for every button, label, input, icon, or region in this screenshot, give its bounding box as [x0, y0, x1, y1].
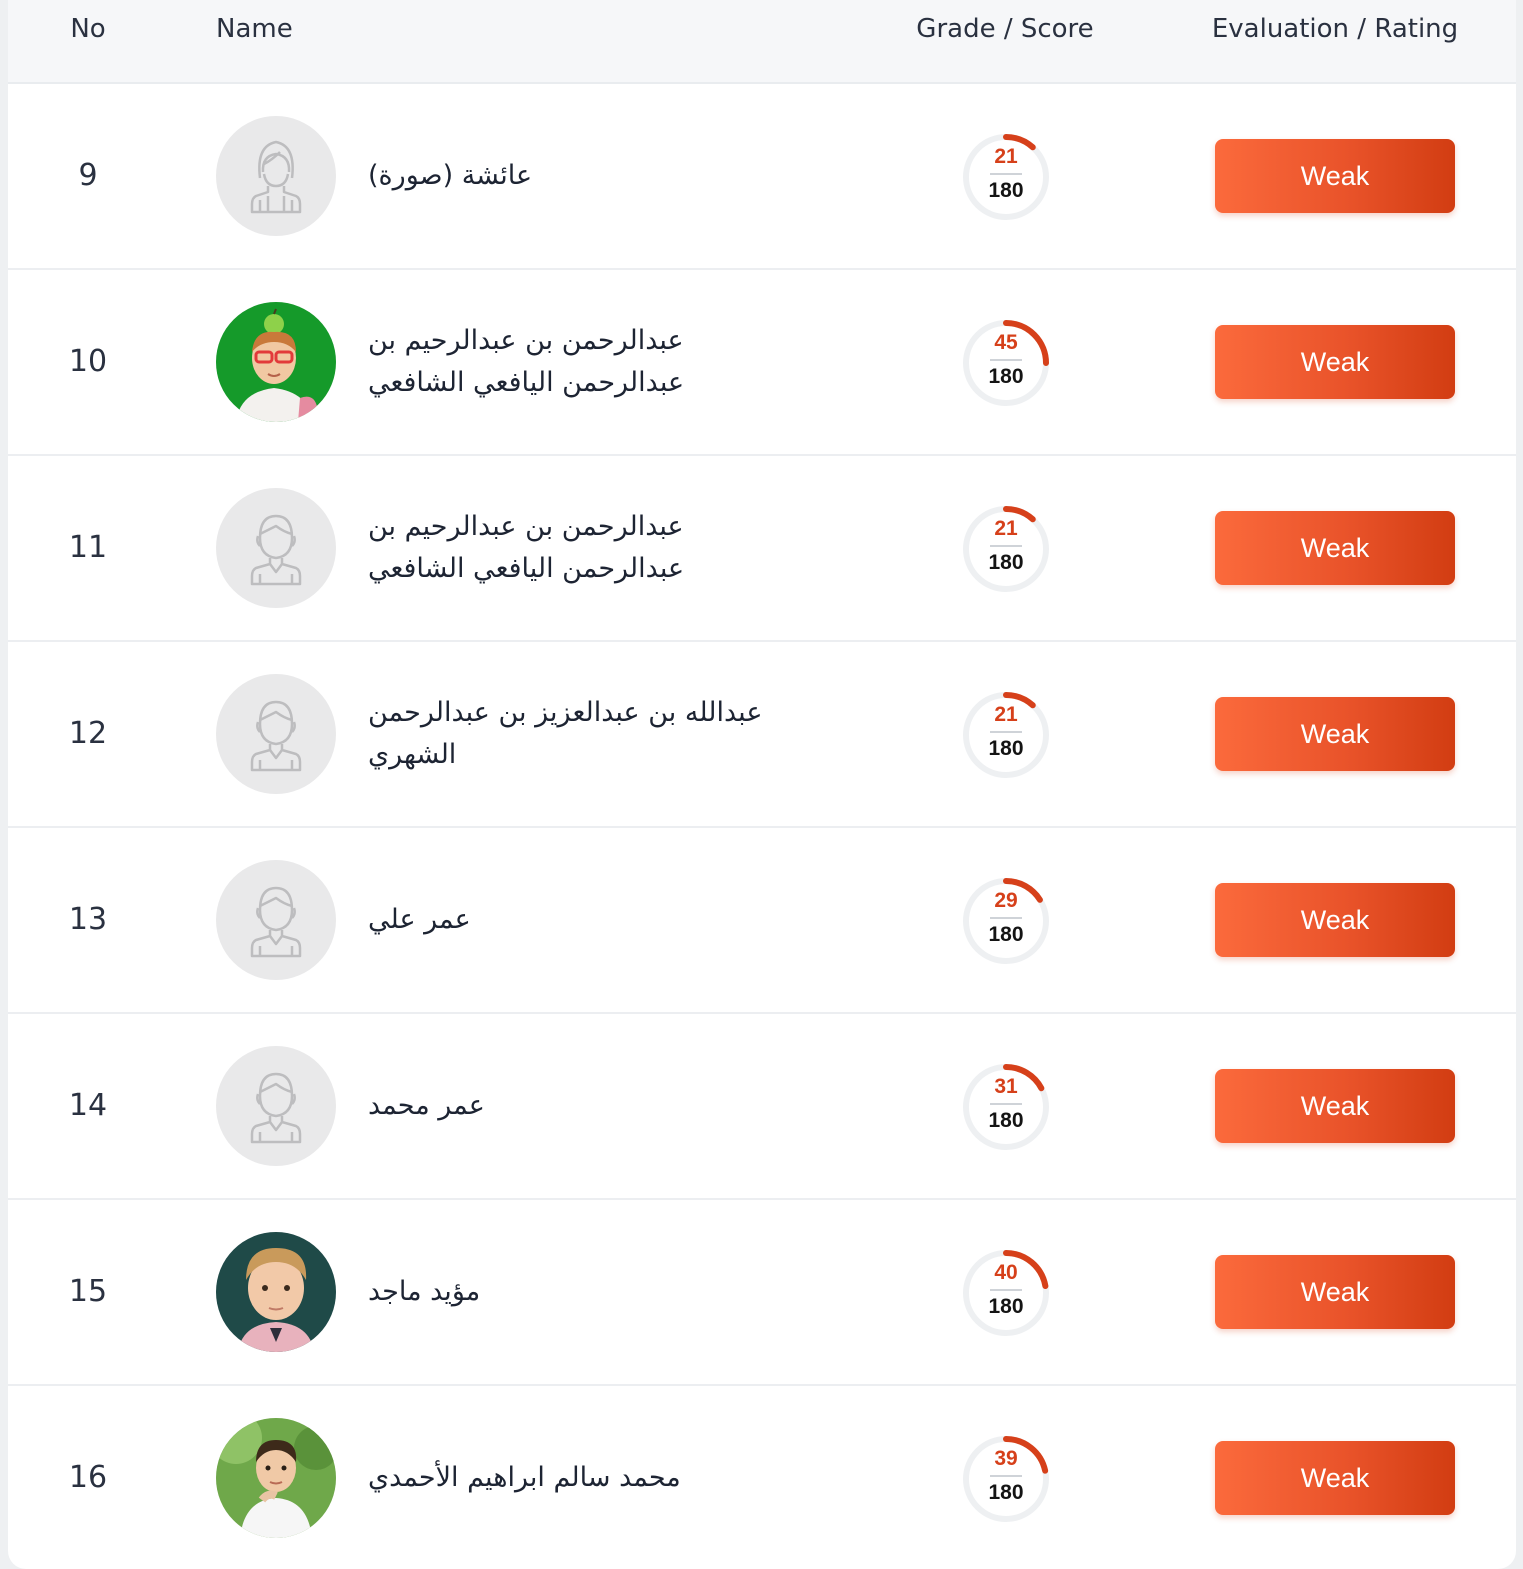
score-ring: 21 180: [960, 131, 1052, 223]
row-number: 11: [68, 530, 108, 565]
score-divider: [990, 545, 1022, 547]
score-ring: 21 180: [960, 503, 1052, 595]
table-row: 16 محمد سالم ابراهيم الأحمدي 39 180 Weak: [8, 1386, 1516, 1569]
student-name-cell: عبدالرحمن بن عبدالرحيم بن عبدالرحمن اليا…: [368, 270, 818, 454]
score-divider: [990, 173, 1022, 175]
student-name: عائشة (صورة): [368, 160, 533, 191]
student-name: محمد سالم ابراهيم الأحمدي: [368, 1462, 681, 1493]
student-name-cell: عبدالله بن عبدالعزيز بن عبدالرحمن الشهري: [368, 642, 818, 826]
score-total: 180: [988, 1481, 1024, 1504]
column-header-name: Name: [216, 14, 293, 44]
score-ring: 39 180: [960, 1433, 1052, 1525]
score-divider: [990, 1475, 1022, 1477]
student-name-cell: عمر محمد: [368, 1014, 818, 1198]
student-name-cell: عائشة (صورة): [368, 84, 818, 268]
score-ring: 40 180: [960, 1247, 1052, 1339]
score-total: 180: [988, 737, 1024, 760]
rating-button[interactable]: Weak: [1215, 511, 1455, 585]
table-row: 14 عمر محمد 31 180 Weak: [8, 1014, 1516, 1200]
students-table: No Name Grade / Score Evaluation / Ratin…: [8, 0, 1516, 1569]
row-number: 16: [68, 1460, 108, 1495]
score-value: 21: [994, 145, 1018, 168]
student-name: عبدالله بن عبدالعزيز بن عبدالرحمن الشهري: [368, 697, 763, 770]
avatar: [216, 116, 336, 236]
table-body: 9 عائشة (صورة) 21 180 Weak 10 عبدالرحمن …: [8, 84, 1516, 1569]
score-ring: 29 180: [960, 875, 1052, 967]
rating-button[interactable]: Weak: [1215, 883, 1455, 957]
score-divider: [990, 359, 1022, 361]
table-row: 9 عائشة (صورة) 21 180 Weak: [8, 84, 1516, 270]
male-placeholder-icon: [250, 514, 302, 586]
row-number: 14: [68, 1088, 108, 1123]
table-row: 15 مؤيد ماجد 40 180 Weak: [8, 1200, 1516, 1386]
avatar: [216, 1418, 336, 1538]
avatar: [216, 1046, 336, 1166]
score-total: 180: [988, 1109, 1024, 1132]
rating-button[interactable]: Weak: [1215, 1255, 1455, 1329]
student-name-cell: عمر علي: [368, 828, 818, 1012]
row-number: 13: [68, 902, 108, 937]
score-total: 180: [988, 551, 1024, 574]
score-ring: 31 180: [960, 1061, 1052, 1153]
student-name-cell: مؤيد ماجد: [368, 1200, 818, 1384]
avatar: [216, 860, 336, 980]
student-name: مؤيد ماجد: [368, 1276, 481, 1307]
score-value: 21: [994, 703, 1018, 726]
male-placeholder-icon: [250, 700, 302, 772]
score-divider: [990, 1103, 1022, 1105]
student-name-cell: محمد سالم ابراهيم الأحمدي: [368, 1386, 818, 1569]
score-ring: 21 180: [960, 689, 1052, 781]
score-value: 31: [994, 1075, 1018, 1098]
score-total: 180: [988, 179, 1024, 202]
score-value: 45: [994, 331, 1018, 354]
avatar: [216, 1232, 336, 1352]
avatar: [216, 302, 336, 422]
rating-button[interactable]: Weak: [1215, 1441, 1455, 1515]
column-header-score: Grade / Score: [916, 14, 1094, 44]
column-header-rating: Evaluation / Rating: [1211, 14, 1459, 44]
student-photo: [216, 1232, 336, 1352]
student-name: عمر علي: [368, 904, 471, 935]
score-total: 180: [988, 365, 1024, 388]
row-number: 10: [68, 344, 108, 379]
row-number: 12: [68, 716, 108, 751]
rating-button[interactable]: Weak: [1215, 325, 1455, 399]
rating-button[interactable]: Weak: [1215, 139, 1455, 213]
column-header-no: No: [70, 14, 106, 44]
row-number: 15: [68, 1274, 108, 1309]
student-photo: [216, 302, 336, 422]
avatar: [216, 488, 336, 608]
score-total: 180: [988, 923, 1024, 946]
male-placeholder-icon: [250, 1072, 302, 1144]
rating-button[interactable]: Weak: [1215, 697, 1455, 771]
student-name: عبدالرحمن بن عبدالرحيم بن عبدالرحمن اليا…: [368, 511, 685, 584]
table-row: 13 عمر علي 29 180 Weak: [8, 828, 1516, 1014]
female-placeholder-icon: [250, 140, 302, 214]
table-row: 12 عبدالله بن عبدالعزيز بن عبدالرحمن الش…: [8, 642, 1516, 828]
score-value: 29: [994, 889, 1018, 912]
table-row: 11 عبدالرحمن بن عبدالرحيم بن عبدالرحمن ا…: [8, 456, 1516, 642]
avatar: [216, 674, 336, 794]
student-name: عبدالرحمن بن عبدالرحيم بن عبدالرحمن اليا…: [368, 325, 685, 398]
score-divider: [990, 917, 1022, 919]
table-header: No Name Grade / Score Evaluation / Ratin…: [8, 0, 1516, 84]
score-value: 39: [994, 1447, 1018, 1470]
rating-button[interactable]: Weak: [1215, 1069, 1455, 1143]
student-photo: [216, 1418, 336, 1538]
score-divider: [990, 1289, 1022, 1291]
score-divider: [990, 731, 1022, 733]
table-row: 10 عبدالرحمن بن عبدالرحيم بن عبدالرحمن ا…: [8, 270, 1516, 456]
row-number: 9: [78, 158, 98, 193]
score-ring: 45 180: [960, 317, 1052, 409]
male-placeholder-icon: [250, 886, 302, 958]
student-name-cell: عبدالرحمن بن عبدالرحيم بن عبدالرحمن اليا…: [368, 456, 818, 640]
score-total: 180: [988, 1295, 1024, 1318]
score-value: 21: [994, 517, 1018, 540]
score-value: 40: [994, 1261, 1018, 1284]
student-name: عمر محمد: [368, 1090, 485, 1121]
